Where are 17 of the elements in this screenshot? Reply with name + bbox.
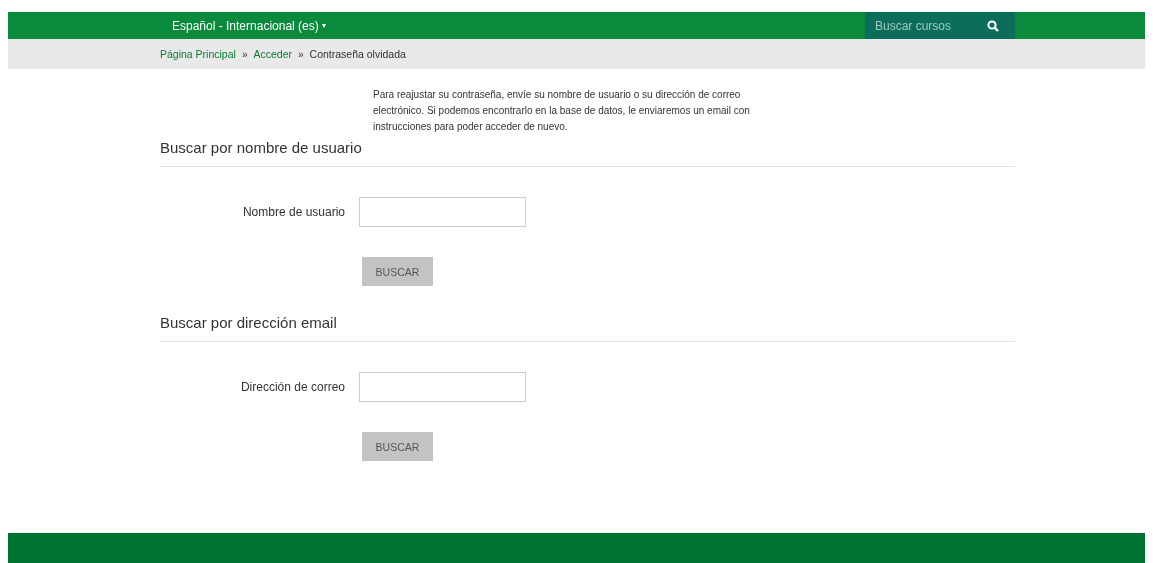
breadcrumb-separator: » — [241, 48, 248, 60]
input-field[interactable] — [359, 197, 526, 227]
language-menu[interactable]: Español - Internacional (es) ▾ — [172, 18, 326, 33]
breadcrumb-link[interactable]: Acceder — [253, 48, 292, 60]
breadcrumb-separator: » — [298, 48, 304, 60]
breadcrumb-link[interactable]: Página Principal — [160, 48, 236, 60]
search-button[interactable]: BUSCAR — [362, 432, 433, 461]
field-label: Nombre de usuario — [241, 205, 346, 219]
field-label: Dirección de correo — [239, 380, 346, 394]
breadcrumb-current: Contraseña olvidada — [309, 48, 406, 60]
section-heading: Buscar por nombre de usuario — [160, 135, 1015, 167]
search-field[interactable]: Buscar cursos — [865, 12, 1015, 39]
input-field[interactable] — [359, 372, 526, 402]
section-heading: Buscar por dirección email — [160, 310, 1015, 342]
search-button[interactable]: BUSCAR — [362, 257, 433, 286]
search-icon[interactable] — [987, 20, 999, 32]
intro-text: Para reajustar su contraseña, envíe su nombre de usuario o su dirección de correo electrónico. Si podemos encontrarlo en la base de datos, le enviaremos un email con instrucciones para poder acceder de nuevo. — [373, 88, 751, 134]
